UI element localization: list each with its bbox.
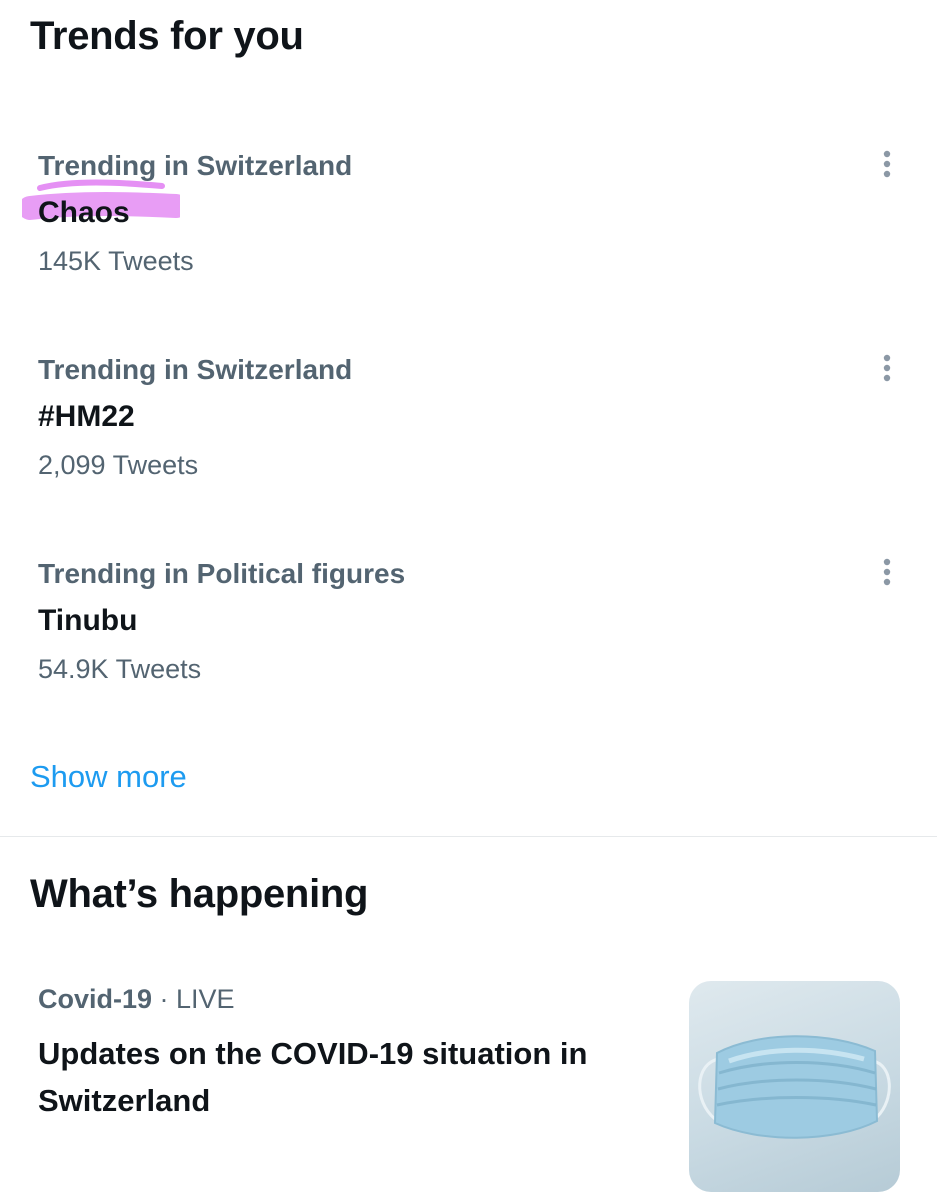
trend-name: #HM22 xyxy=(38,400,135,433)
trend-item[interactable]: Trending in Political figures Tinubu 54.… xyxy=(0,558,937,748)
trend-name: Chaos xyxy=(38,196,130,229)
more-options-icon[interactable] xyxy=(872,350,902,390)
show-more-link[interactable]: Show more xyxy=(30,759,187,795)
news-headline: Updates on the COVID-19 situation in Swi… xyxy=(38,1036,588,1118)
more-options-icon[interactable] xyxy=(872,146,902,186)
news-context: Covid-19 · LIVE xyxy=(38,984,235,1015)
trend-context: Trending in Political figures xyxy=(38,558,406,589)
trends-title: Trends for you xyxy=(30,14,304,58)
trend-name: Tinubu xyxy=(38,604,138,637)
trend-tweet-count: 2,099 Tweets xyxy=(38,450,199,480)
trend-tweet-count: 145K Tweets xyxy=(38,246,194,276)
trend-tweet-count: 54.9K Tweets xyxy=(38,654,202,684)
trend-context: Trending in Switzerland xyxy=(38,354,353,385)
more-options-icon[interactable] xyxy=(872,554,902,594)
section-divider xyxy=(0,836,937,837)
face-mask-image[interactable] xyxy=(689,981,900,1192)
trend-item[interactable]: Trending in Switzerland #HM22 2,099 Twee… xyxy=(0,354,937,544)
trend-item[interactable]: Trending in Switzerland Chaos 145K Tweet… xyxy=(0,150,937,340)
news-separator: · xyxy=(152,984,177,1014)
trend-context: Trending in Switzerland xyxy=(38,150,353,181)
whats-happening-title: What’s happening xyxy=(30,872,369,916)
news-topic: Covid-19 xyxy=(38,984,153,1014)
live-badge: LIVE xyxy=(176,984,235,1014)
